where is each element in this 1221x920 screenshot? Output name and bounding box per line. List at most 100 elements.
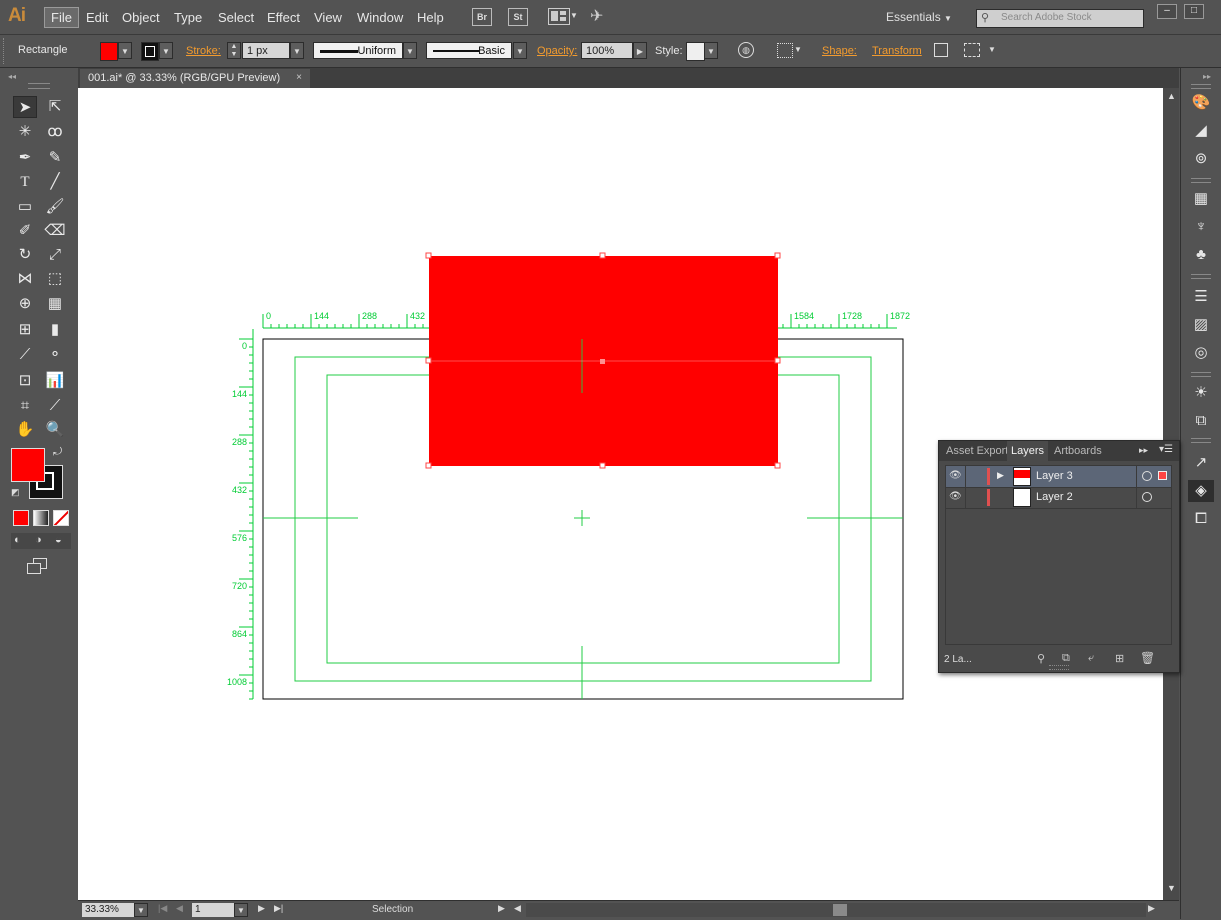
menu-edit[interactable]: Edit <box>80 9 114 26</box>
stroke-swatch[interactable] <box>141 42 159 61</box>
stroke-weight-field[interactable]: 1 px <box>242 42 290 59</box>
last-artboard-icon[interactable]: ▶| <box>274 903 283 914</box>
expand-panels-icon[interactable]: ▸▸ <box>1203 72 1211 81</box>
panel-grip[interactable] <box>28 83 50 89</box>
fill-color-box[interactable] <box>11 448 45 482</box>
draw-normal-icon[interactable]: ◐ <box>14 534 21 546</box>
artboard-dropdown[interactable]: ▼ <box>234 903 248 917</box>
layer-row[interactable]: 👁 Layer 2 <box>945 487 1172 509</box>
handle-top-left[interactable] <box>425 252 432 259</box>
menu-view[interactable]: View <box>308 9 348 26</box>
swap-fill-stroke-icon[interactable]: ⤾ <box>53 446 62 459</box>
fill-swatch[interactable] <box>100 42 118 61</box>
magic-wand-tool-icon[interactable]: ✳ <box>13 121 37 143</box>
chevron-down-icon[interactable]: ▼ <box>988 45 996 54</box>
line-segment-tool-icon[interactable]: ╱ <box>43 171 67 193</box>
stroke-dropdown[interactable]: ▼ <box>159 42 173 59</box>
scroll-up-icon[interactable]: ▲ <box>1167 91 1176 101</box>
variable-width-profile[interactable]: Uniform <box>313 42 403 59</box>
layer-name[interactable]: Layer 2 <box>1036 491 1073 503</box>
next-artboard-icon[interactable]: ▶ <box>258 903 265 914</box>
mesh-tool-icon[interactable]: ⊞ <box>13 319 37 341</box>
visibility-eye-icon[interactable]: 👁 <box>949 470 962 481</box>
free-transform-tool-icon[interactable]: ⬚ <box>43 268 67 290</box>
bridge-button[interactable]: Br <box>472 8 492 26</box>
target-icon[interactable] <box>1142 471 1152 481</box>
draw-behind-icon[interactable]: ◑ <box>35 534 42 546</box>
asset-export-icon[interactable]: ↗ <box>1188 452 1214 474</box>
color-panel-icon[interactable]: 🎨 <box>1188 92 1214 114</box>
zoom-dropdown[interactable]: ▼ <box>134 903 148 917</box>
handle-bottom-center[interactable] <box>599 462 606 469</box>
menu-object[interactable]: Object <box>116 9 166 26</box>
new-layer-icon[interactable]: ⊞ <box>1115 652 1124 665</box>
stock-search-input[interactable]: ⚲ Search Adobe Stock <box>976 9 1144 28</box>
zoom-field[interactable]: 33.33% <box>82 903 134 917</box>
control-bar-grip[interactable] <box>3 38 8 64</box>
panel-grip[interactable] <box>1191 84 1211 89</box>
color-guide-icon[interactable]: ◢ <box>1188 120 1214 142</box>
graphic-styles-icon[interactable]: ⧉ <box>1188 410 1214 432</box>
curvature-tool-icon[interactable]: ✎ <box>43 147 67 169</box>
chevron-down-icon[interactable]: ▼ <box>794 45 802 54</box>
collapse-panel-icon[interactable]: ▸▸ <box>1139 445 1148 456</box>
gpu-performance-icon[interactable]: ✈ <box>590 6 603 26</box>
handle-top-right[interactable] <box>774 252 781 259</box>
handle-bottom-left[interactable] <box>425 462 432 469</box>
stroke-weight-stepper[interactable]: ▲ ▼ <box>227 42 241 59</box>
artboards-icon[interactable]: ⧠ <box>1188 508 1214 530</box>
layers-icon[interactable]: ◈ <box>1188 480 1214 502</box>
recolor-artwork-icon[interactable]: ◍ <box>738 42 754 58</box>
paintbrush-tool-icon[interactable]: 🖌 <box>43 196 67 218</box>
rotate-tool-icon[interactable]: ↻ <box>13 244 37 266</box>
stock-button[interactable]: St <box>508 8 528 26</box>
opacity-slider-button[interactable]: ▶ <box>633 42 647 59</box>
expand-arrow-icon[interactable]: ▶ <box>997 470 1004 481</box>
type-tool-icon[interactable]: T <box>13 171 37 193</box>
lasso-tool-icon[interactable]: ꝏ <box>43 121 67 143</box>
stroke-weight-dropdown[interactable]: ▼ <box>290 42 304 59</box>
symbols-icon[interactable]: ♣ <box>1188 244 1214 266</box>
panel-menu-icon[interactable]: ▾☰ <box>1159 444 1173 455</box>
maximize-button[interactable]: □ <box>1184 4 1204 19</box>
profile-dropdown[interactable]: ▼ <box>403 42 417 59</box>
scroll-down-icon[interactable]: ▼ <box>1167 883 1176 893</box>
menu-effect[interactable]: Effect <box>261 9 306 26</box>
handle-bottom-right[interactable] <box>774 462 781 469</box>
resize-grip[interactable] <box>1049 665 1069 670</box>
eraser-tool-icon[interactable]: ⌫ <box>43 220 67 242</box>
panel-grip[interactable] <box>1191 178 1211 183</box>
symbol-sprayer-tool-icon[interactable]: ⊡ <box>13 370 37 392</box>
minimize-button[interactable]: – <box>1157 4 1177 19</box>
first-artboard-icon[interactable]: |◀ <box>158 903 167 914</box>
direct-selection-tool-icon[interactable]: ⇱ <box>43 96 67 118</box>
scroll-right-icon[interactable]: ▶ <box>1148 903 1155 914</box>
screen-mode-icon[interactable] <box>27 558 47 574</box>
target-icon[interactable] <box>1142 492 1152 502</box>
opacity-label-link[interactable]: Opacity: <box>537 45 577 57</box>
swatches-icon[interactable]: ▦ <box>1188 188 1214 210</box>
fill-dropdown[interactable]: ▼ <box>118 42 132 59</box>
gradient-panel-icon[interactable]: ▨ <box>1188 314 1214 336</box>
zoom-tool-icon[interactable]: 🔍 <box>43 419 67 441</box>
handle-mid-left[interactable] <box>425 357 432 364</box>
select-similar-icon[interactable] <box>964 43 980 57</box>
layer-name[interactable]: Layer 3 <box>1036 470 1073 482</box>
brush-definition[interactable]: Basic <box>426 42 512 59</box>
align-to-selection-icon[interactable] <box>777 43 793 58</box>
shaper-tool-icon[interactable]: ✐ <box>13 220 37 242</box>
appearance-icon[interactable]: ☀ <box>1188 382 1214 404</box>
shape-link[interactable]: Shape: <box>822 45 857 57</box>
transparency-icon[interactable]: ◎ <box>1188 342 1214 364</box>
menu-help[interactable]: Help <box>411 9 450 26</box>
stroke-panel-icon[interactable]: ☰ <box>1188 286 1214 308</box>
trash-icon[interactable]: 🗑 <box>1140 651 1155 665</box>
isolate-object-icon[interactable] <box>934 43 948 57</box>
selection-tool-icon[interactable]: ➤ <box>13 96 37 118</box>
document-tab[interactable]: 001.ai* @ 33.33% (RGB/GPU Preview) × <box>80 69 310 88</box>
visibility-eye-icon[interactable]: 👁 <box>949 491 962 502</box>
pen-tool-icon[interactable]: ✒ <box>13 147 37 169</box>
scale-tool-icon[interactable]: ⤢ <box>43 244 67 266</box>
horizontal-scrollbar[interactable] <box>526 903 1146 917</box>
gradient-mode-icon[interactable] <box>33 510 49 526</box>
